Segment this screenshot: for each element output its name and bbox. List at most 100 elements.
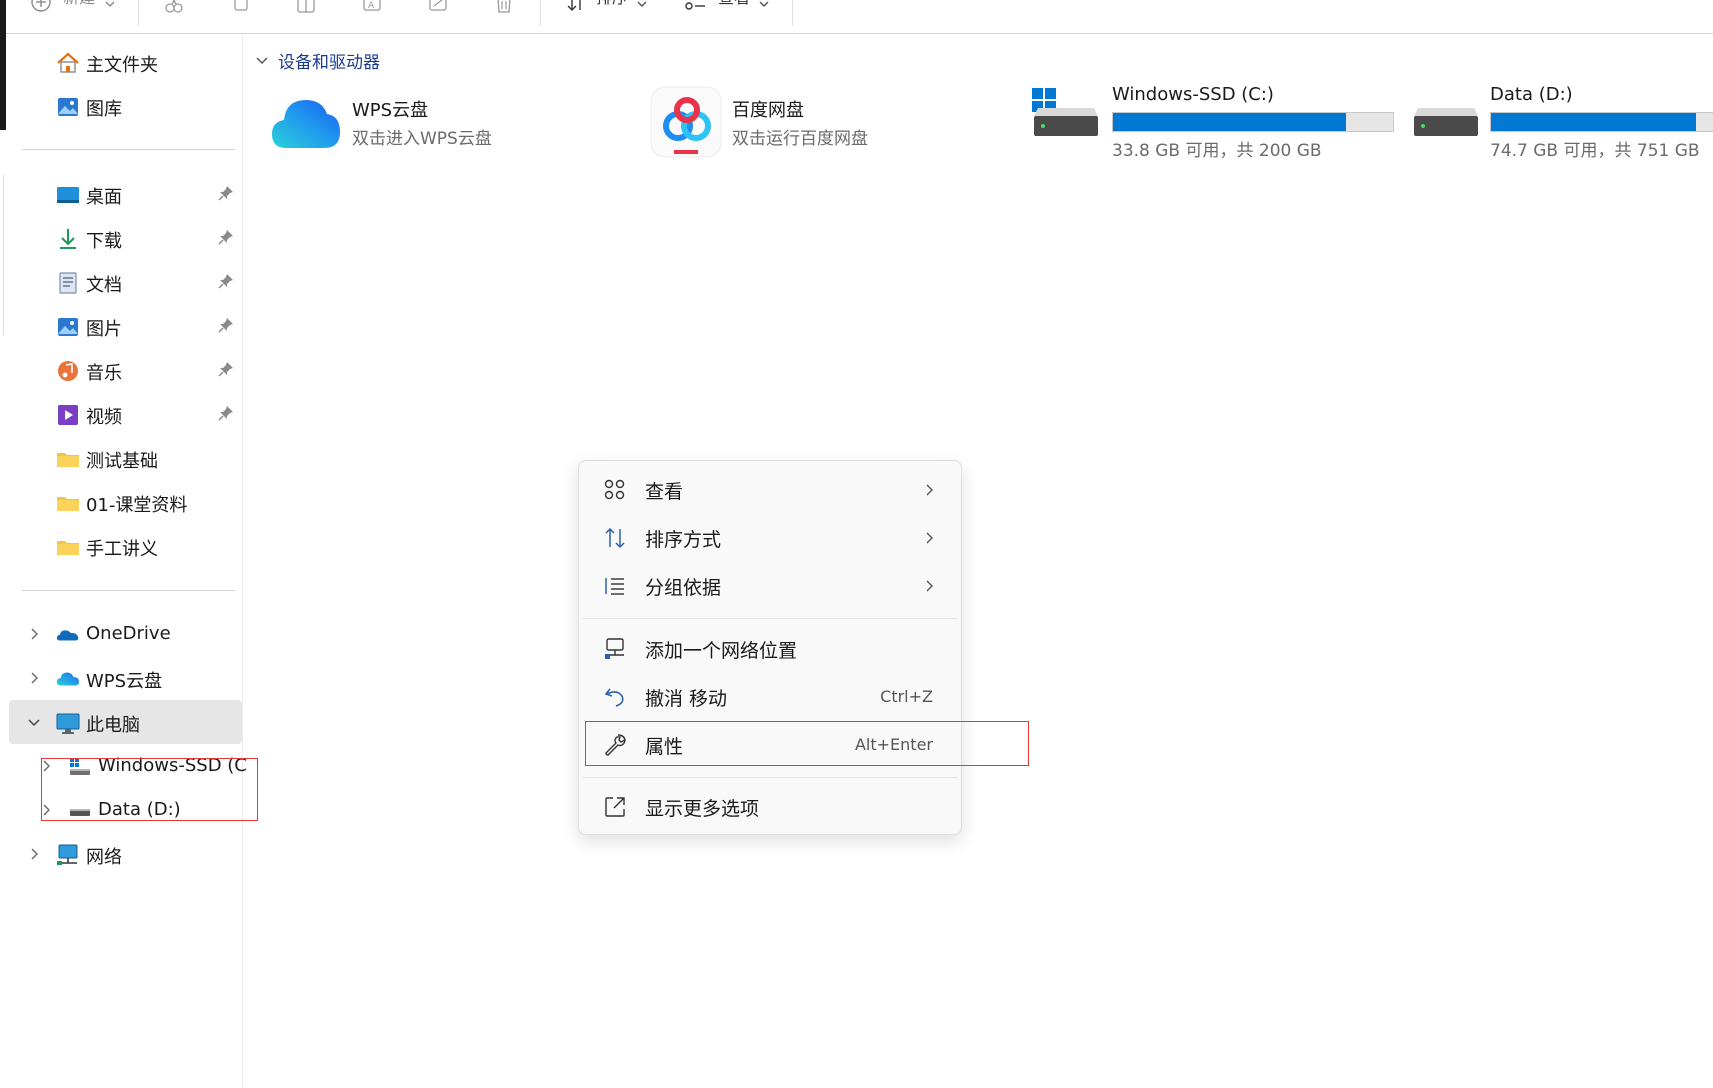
chevron-down-icon[interactable] [26,714,42,730]
chevron-down-icon [254,52,270,68]
pin-icon[interactable] [218,361,234,377]
menu-item-sort-by[interactable]: 排序方式 [587,515,953,559]
view-label: 查看 [718,0,750,8]
sidebar-item-downloads[interactable]: 下载 [6,216,241,260]
sidebar-item-home[interactable]: 主文件夹 [6,40,241,84]
undo-icon [603,685,627,709]
section-header-devices[interactable]: 设备和驱动器 [254,48,380,73]
pictures-icon [56,315,80,339]
pin-icon[interactable] [218,229,234,245]
tile-windows-ssd-drive[interactable]: Windows-SSD (C:) 33.8 GB 可用，共 200 GB [1030,80,1410,161]
drive-name: Data (D:) [1490,84,1573,105]
pin-icon[interactable] [218,317,234,333]
sidebar-item-folder-test-basics[interactable]: 测试基础 [6,436,241,480]
pin-icon[interactable] [218,405,234,421]
onedrive-icon [56,623,80,647]
toolbar-divider [792,0,793,26]
wps-cloud-icon [270,88,342,160]
group-by-icon [603,574,627,598]
drive-free-space: 33.8 GB 可用，共 200 GB [1112,141,1322,161]
sidebar-item-label: 桌面 [86,187,122,208]
menu-item-label: 撤消 移动 [645,688,728,710]
tile-name: WPS云盘 [352,100,429,121]
drive-usage-fill [1491,113,1697,131]
view-button[interactable]: 查看 [718,0,750,8]
sidebar-item-videos[interactable]: 视频 [6,392,241,436]
pin-icon[interactable] [218,185,234,201]
sidebar-item-label: 手工讲义 [86,539,158,560]
sort-button[interactable]: 排序 [596,0,628,8]
menu-separator [583,777,957,778]
chevron-right-icon [921,481,937,497]
delete-icon[interactable] [494,0,514,14]
sidebar-item-network[interactable]: 网络 [6,832,241,876]
cut-icon[interactable] [164,0,184,14]
navigation-pane: 主文件夹 图库 桌面 下载 文档 图片 音乐 视频 测试基础 01-课堂资料 手… [6,34,247,1088]
chevron-right-icon[interactable] [26,846,42,862]
paste-icon[interactable] [296,0,316,14]
sidebar-item-label: 此电脑 [86,715,140,736]
drive-usage-bar [1112,112,1394,132]
sidebar-item-this-pc[interactable]: 此电脑 [6,700,242,744]
tile-baidu-netdisk[interactable]: 百度网盘 双击运行百度网盘 [650,86,990,166]
chevron-right-icon [921,577,937,593]
sidebar-item-label: 文档 [86,275,122,296]
sidebar-item-folder-handouts[interactable]: 手工讲义 [6,524,241,568]
menu-item-add-network-location[interactable]: 添加一个网络位置 [587,626,953,670]
sidebar-item-label: 测试基础 [86,451,158,472]
svg-text:A: A [368,1,375,11]
sidebar-item-desktop[interactable]: 桌面 [6,172,241,216]
share-icon[interactable] [428,0,448,14]
new-icon [30,0,51,14]
menu-item-view[interactable]: 查看 [587,467,953,511]
sidebar-item-documents[interactable]: 文档 [6,260,241,304]
drive-free-space: 74.7 GB 可用，共 751 GB [1490,141,1700,161]
menu-item-label: 显示更多选项 [645,798,760,820]
toolbar-divider [540,0,541,26]
tile-name: 百度网盘 [732,100,804,121]
copy-icon[interactable] [230,0,250,14]
document-icon [56,271,80,295]
sidebar-item-label: OneDrive [86,623,171,644]
chevron-right-icon[interactable] [26,670,42,686]
menu-item-show-more-options[interactable]: 显示更多选项 [587,784,953,828]
menu-item-undo-move[interactable]: 撤消 移动 Ctrl+Z [587,674,953,718]
context-menu: 查看 排序方式 分组依据 添加一个网络位置 撤消 移动 Ctrl+Z 属性 Al… [578,460,962,835]
annotation-highlight-box [585,721,1029,766]
sidebar-item-music[interactable]: 音乐 [6,348,241,392]
drive-usage-fill [1113,113,1346,131]
window-edge [0,175,4,335]
menu-separator [583,618,957,619]
section-title: 设备和驱动器 [278,52,380,73]
sidebar-item-label: 主文件夹 [86,55,158,76]
sidebar-item-label: 视频 [86,407,122,428]
file-explorer-window: 新建 A 排序 查看 ··· 主文件夹 图库 [0,0,1713,1088]
sidebar-item-folder-class-materials[interactable]: 01-课堂资料 [6,480,241,524]
new-button[interactable]: 新建 [63,0,95,8]
chevron-right-icon[interactable] [26,626,42,642]
tile-description: 双击进入WPS云盘 [352,129,492,149]
grid-view-icon [603,478,627,502]
sidebar-item-wps-cloud[interactable]: WPS云盘 [6,656,241,700]
desktop-icon [56,183,80,207]
menu-item-group-by[interactable]: 分组依据 [587,563,953,607]
windows-drive-icon [1030,80,1102,152]
sort-icon [566,0,586,14]
sidebar-item-gallery[interactable]: 图库 [6,84,241,128]
this-pc-icon [56,711,80,735]
folder-icon [56,535,80,559]
tile-data-drive[interactable]: Data (D:) 74.7 GB 可用，共 751 GB [1410,80,1713,161]
sidebar-item-label: 网络 [86,847,122,868]
new-label: 新建 [63,0,95,8]
sidebar-item-label: 01-课堂资料 [86,495,188,516]
sort-icon [603,526,627,550]
chevron-down-icon [636,0,656,14]
rename-icon[interactable]: A [362,0,382,14]
tile-wps-cloud[interactable]: WPS云盘 双击进入WPS云盘 [270,88,610,168]
network-location-icon [603,637,627,661]
pin-icon[interactable] [218,273,234,289]
sidebar-item-onedrive[interactable]: OneDrive [6,612,241,656]
external-icon [603,795,627,819]
toolbar-divider [138,0,139,26]
sidebar-item-pictures[interactable]: 图片 [6,304,241,348]
